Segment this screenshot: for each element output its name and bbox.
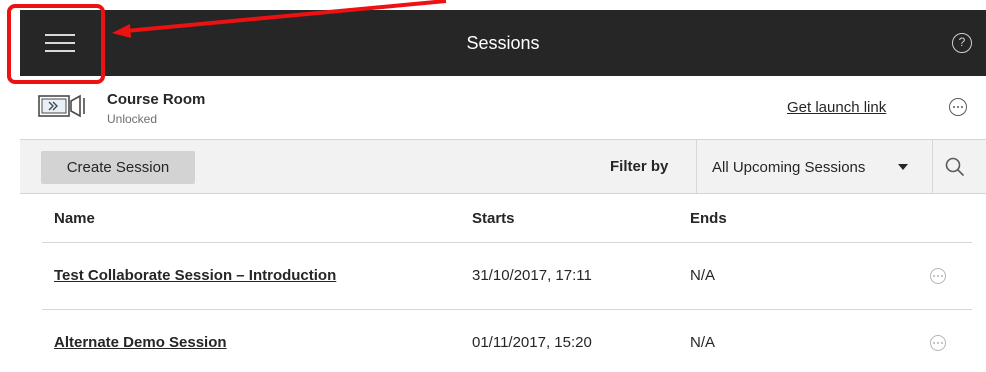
sessions-toolbar: Create Session Filter by All Upcoming Se… — [20, 140, 986, 194]
session-start: 01/11/2017, 15:20 — [472, 334, 592, 351]
session-name-link[interactable]: Alternate Demo Session — [54, 334, 227, 351]
app-header: Sessions ? — [20, 10, 986, 76]
course-room-more-options-icon[interactable] — [949, 98, 967, 116]
table-row: Test Collaborate Session – Introduction … — [42, 243, 972, 310]
table-row: Alternate Demo Session 01/11/2017, 15:20… — [42, 310, 972, 372]
get-launch-link[interactable]: Get launch link — [787, 99, 886, 116]
caret-down-icon — [898, 164, 908, 170]
sessions-table: Name Starts Ends Test Collaborate Sessio… — [42, 194, 972, 372]
video-room-icon — [38, 94, 85, 118]
course-room-status: Unlocked — [107, 112, 158, 126]
search-icon[interactable] — [944, 156, 966, 178]
session-more-options-icon[interactable] — [930, 268, 946, 284]
session-end: N/A — [690, 334, 716, 351]
session-start: 31/10/2017, 17:11 — [472, 267, 592, 284]
column-header-name[interactable]: Name — [54, 210, 95, 227]
session-end: N/A — [690, 267, 716, 284]
session-name-link[interactable]: Test Collaborate Session – Introduction — [54, 267, 336, 284]
table-header: Name Starts Ends — [42, 194, 972, 243]
filter-label: Filter by — [610, 158, 669, 175]
page-title: Sessions — [466, 33, 540, 53]
column-header-starts[interactable]: Starts — [472, 210, 515, 227]
menu-button[interactable] — [20, 10, 100, 76]
column-header-ends[interactable]: Ends — [690, 210, 727, 227]
session-more-options-icon[interactable] — [930, 335, 946, 351]
filter-selected-value: All Upcoming Sessions — [712, 158, 866, 176]
create-session-button[interactable]: Create Session — [41, 151, 195, 184]
help-circle-icon[interactable]: ? — [952, 33, 972, 53]
course-room-name[interactable]: Course Room — [107, 91, 205, 108]
course-room-bar: Course Room Unlocked Get launch link — [20, 76, 986, 140]
toolbar-divider — [932, 140, 933, 194]
filter-select[interactable]: All Upcoming Sessions — [696, 140, 932, 194]
hamburger-menu-icon — [45, 34, 75, 52]
